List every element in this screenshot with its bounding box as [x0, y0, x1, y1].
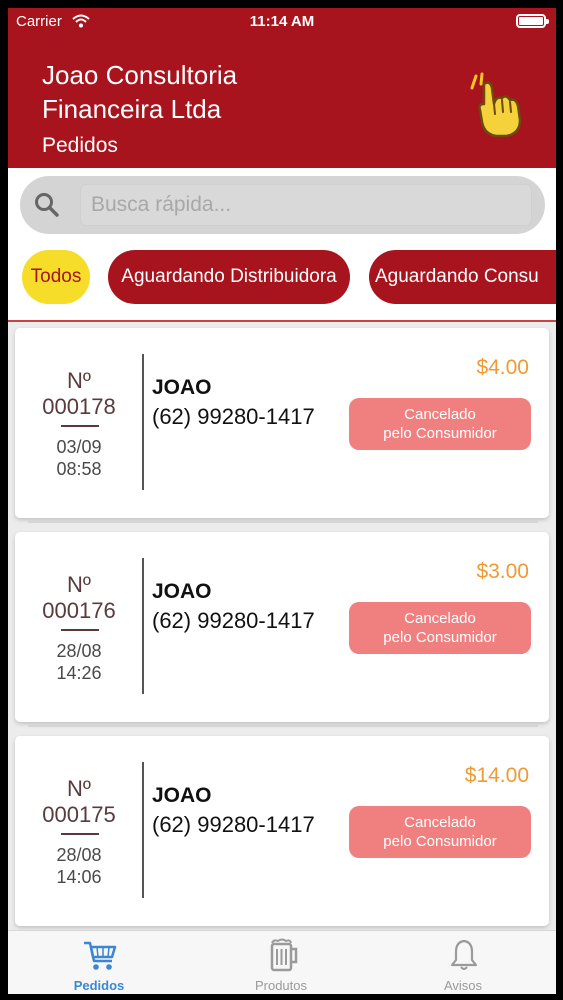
- order-id-block: Nº 000176 28/08 14:26: [15, 532, 143, 722]
- status-filter-bar: Todos Aguardando Distribuidora Aguardand…: [8, 240, 556, 322]
- order-datetime: 28/08 14:06: [15, 844, 143, 888]
- status-badge-line2: pelo Consumidor: [383, 425, 497, 442]
- status-badge: Cancelado pelo Consumidor: [349, 602, 531, 654]
- order-datetime: 28/08 14:26: [15, 640, 143, 684]
- status-badge: Cancelado pelo Consumidor: [349, 398, 531, 450]
- customer-name: JOAO: [152, 784, 212, 807]
- tab-label: Pedidos: [73, 978, 125, 993]
- tab-label: Produtos: [254, 978, 308, 993]
- card-divider: [142, 354, 144, 490]
- card-divider: [142, 558, 144, 694]
- order-time: 08:58: [56, 459, 102, 479]
- order-datetime: 03/09 08:58: [15, 436, 143, 480]
- battery-icon: [516, 14, 549, 28]
- company-name: Joao Consultoria Financeira Ltda: [42, 58, 442, 126]
- customer-phone: (62) 99280-1417: [152, 404, 315, 429]
- filter-chip-aguardando-distribuidora[interactable]: Aguardando Distribuidora: [108, 250, 350, 304]
- search-bar: [20, 176, 545, 234]
- order-number-rule: [61, 629, 99, 631]
- customer-name: JOAO: [152, 376, 212, 399]
- card-separator: [28, 724, 538, 727]
- order-total: $4.00: [476, 356, 529, 379]
- bell-icon: [450, 939, 478, 970]
- order-time: 14:06: [56, 867, 102, 887]
- order-card[interactable]: Nº 000176 28/08 14:26 JOAO (62) 99280-14…: [15, 532, 549, 722]
- page-title: Pedidos: [42, 134, 118, 157]
- tab-pedidos[interactable]: Pedidos: [8, 931, 190, 994]
- company-name-line2: Financeira Ltda: [42, 94, 222, 124]
- customer-name: JOAO: [152, 580, 212, 603]
- order-card[interactable]: Nº 000175 28/08 14:06 JOAO (62) 99280-14…: [15, 736, 549, 926]
- status-badge-line2: pelo Consumidor: [383, 833, 497, 850]
- order-card[interactable]: Nº 000178 03/09 08:58 JOAO (62) 99280-14…: [15, 328, 549, 518]
- tab-produtos[interactable]: Produtos: [190, 931, 372, 994]
- card-divider: [142, 762, 144, 898]
- order-number-prefix: Nº: [67, 776, 91, 801]
- filter-chip-todos[interactable]: Todos: [22, 250, 90, 304]
- tab-label: Avisos: [443, 978, 483, 993]
- order-number: 000175: [42, 802, 116, 827]
- order-id-block: Nº 000178 03/09 08:58: [15, 328, 143, 518]
- order-total: $14.00: [464, 764, 529, 787]
- company-name-line1: Joao Consultoria: [42, 60, 238, 90]
- search-area: [8, 168, 556, 240]
- customer-phone: (62) 99280-1417: [152, 812, 315, 837]
- order-date: 03/09: [56, 437, 102, 457]
- order-time: 14:26: [56, 663, 102, 683]
- app-header: Carrier 11:14 AM Joao Consultoria Financ…: [8, 8, 556, 168]
- order-number-rule: [61, 425, 99, 427]
- order-number-rule: [61, 833, 99, 835]
- status-badge-line1: Cancelado: [404, 406, 476, 423]
- status-bar: Carrier 11:14 AM: [8, 8, 556, 34]
- status-badge-line1: Cancelado: [404, 610, 476, 627]
- status-badge: Cancelado pelo Consumidor: [349, 806, 531, 858]
- order-date: 28/08: [56, 641, 102, 661]
- order-number: 000178: [42, 394, 116, 419]
- filter-chip-aguardando-consumidor[interactable]: Aguardando Consu: [369, 250, 556, 304]
- search-input[interactable]: [80, 184, 532, 226]
- bottom-tab-bar: Pedidos Produtos Avisos: [8, 930, 556, 994]
- orders-list: Nº 000178 03/09 08:58 JOAO (62) 99280-14…: [8, 324, 556, 930]
- shopping-cart-icon: [84, 941, 117, 970]
- app-screen: Carrier 11:14 AM Joao Consultoria Financ…: [8, 8, 556, 994]
- search-icon: [35, 193, 59, 217]
- order-number-prefix: Nº: [67, 368, 91, 393]
- status-badge-line1: Cancelado: [404, 814, 476, 831]
- tab-avisos[interactable]: Avisos: [372, 931, 554, 994]
- beer-mug-icon: [270, 938, 298, 972]
- order-number-prefix: Nº: [67, 572, 91, 597]
- status-badge-line2: pelo Consumidor: [383, 629, 497, 646]
- pointing-hand-icon[interactable]: [468, 70, 526, 140]
- status-time: 11:14 AM: [249, 13, 315, 30]
- order-number: 000176: [42, 598, 116, 623]
- order-id-block: Nº 000175 28/08 14:06: [15, 736, 143, 926]
- order-date: 28/08: [56, 845, 102, 865]
- card-separator: [28, 520, 538, 523]
- customer-phone: (62) 99280-1417: [152, 608, 315, 633]
- order-total: $3.00: [476, 560, 529, 583]
